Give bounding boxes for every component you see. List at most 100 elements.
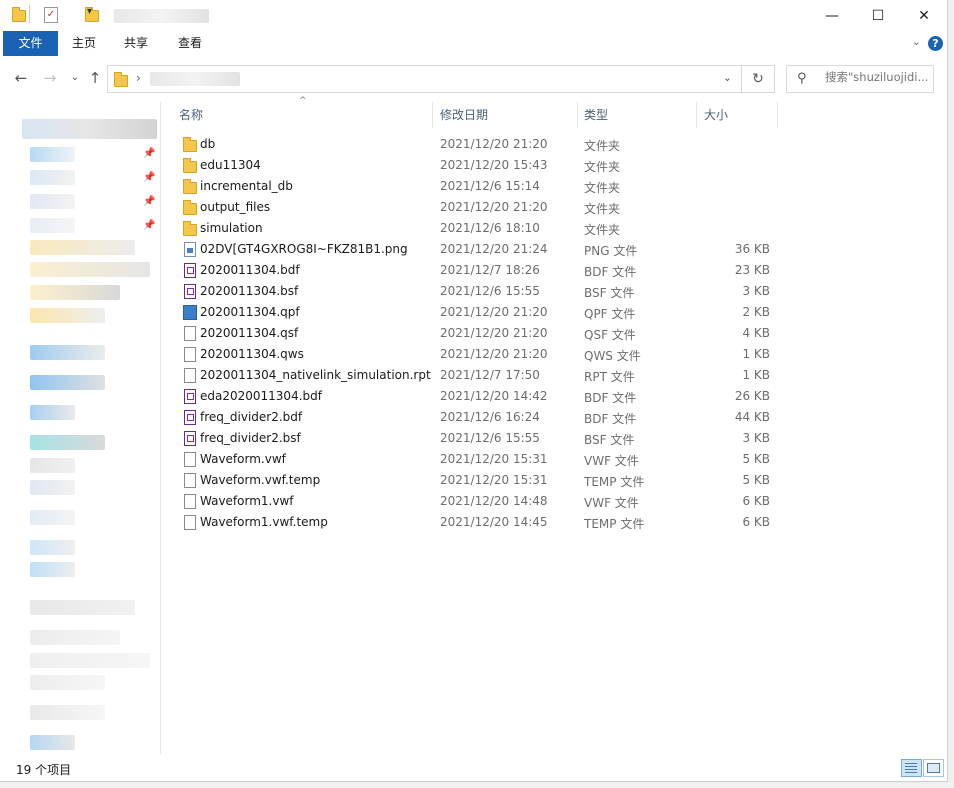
nav-item[interactable] [30, 675, 105, 690]
column-header-date[interactable]: 修改日期 [434, 102, 578, 128]
file-row[interactable]: edu11304 2021/12/20 15:43 文件夹 [178, 155, 778, 176]
file-row[interactable]: freq_divider2.bdf 2021/12/6 16:24 BDF 文件 44… [178, 407, 778, 428]
search-box[interactable]: ⚲ [786, 65, 934, 93]
file-row[interactable]: incremental_db 2021/12/6 15:14 文件夹 [178, 176, 778, 197]
file-row[interactable]: freq_divider2.bsf 2021/12/6 15:55 BSF 文件 3 … [178, 428, 778, 449]
nav-item[interactable] [30, 600, 135, 615]
file-type: TEMP 文件 [584, 475, 645, 489]
expand-ribbon-icon[interactable]: ⌄ [912, 35, 921, 48]
quick-access-item[interactable] [30, 194, 75, 209]
quick-access-item[interactable] [30, 308, 105, 323]
file-row[interactable]: 2020011304.bdf 2021/12/7 18:26 BDF 文件 23 KB [178, 260, 778, 281]
column-header-size[interactable]: 大小 [698, 102, 778, 128]
back-arrow-icon[interactable]: ← [11, 67, 31, 89]
close-button[interactable]: ✕ [901, 0, 947, 31]
details-view-button[interactable] [901, 759, 922, 777]
pin-icon[interactable]: 📌 [143, 220, 155, 231]
file-row[interactable]: 2020011304.qpf 2021/12/20 21:20 QPF 文件 2 KB [178, 302, 778, 323]
file-row[interactable]: Waveform1.vwf.temp 2021/12/20 14:45 TEMP 文… [178, 512, 778, 533]
quick-access-item[interactable] [30, 147, 75, 162]
file-name: 2020011304.bdf [200, 263, 300, 277]
search-input[interactable] [825, 70, 929, 84]
quick-access-item[interactable] [30, 170, 75, 185]
pin-icon[interactable]: 📌 [143, 196, 155, 207]
up-arrow-icon[interactable]: ↑ [85, 67, 105, 89]
tab-share[interactable]: 共享 [114, 31, 158, 56]
large-icons-view-button[interactable] [923, 759, 944, 777]
navigation-pane[interactable]: 📌 📌 📌 📌 [0, 102, 161, 754]
file-row[interactable]: output_files 2021/12/20 21:20 文件夹 [178, 197, 778, 218]
ribbon-tabs: 文件 主页 共享 查看 ⌄ ? [0, 31, 947, 56]
tab-view[interactable]: 查看 [167, 31, 213, 56]
folder-icon [183, 221, 197, 236]
forward-arrow-icon[interactable]: → [40, 67, 60, 89]
pin-icon[interactable]: 📌 [143, 172, 155, 183]
file-row[interactable]: eda2020011304.bdf 2021/12/20 14:42 BDF 文件 2… [178, 386, 778, 407]
quick-access-item[interactable] [30, 285, 120, 300]
file-size: 1 KB [742, 347, 770, 361]
file-row[interactable]: Waveform1.vwf 2021/12/20 14:48 VWF 文件 6 KB [178, 491, 778, 512]
quick-access-item[interactable] [30, 240, 135, 255]
doc-icon [184, 326, 196, 341]
file-type: TEMP 文件 [584, 517, 645, 531]
file-size: 5 KB [742, 452, 770, 466]
nav-item[interactable] [30, 435, 105, 450]
doc-icon [184, 473, 196, 488]
properties-icon[interactable]: ✓ [44, 7, 58, 23]
nav-item[interactable] [30, 375, 105, 390]
column-header-name[interactable]: 名称 [173, 102, 433, 128]
file-row[interactable]: 2020011304.bsf 2021/12/6 15:55 BSF 文件 3 KB [178, 281, 778, 302]
nav-item[interactable] [30, 510, 75, 525]
title-bar: ✓ ▾ — ☐ ✕ [0, 0, 947, 31]
nav-item[interactable] [30, 480, 75, 495]
file-row[interactable]: 2020011304_nativelink_simulation.rpt 2021… [178, 365, 778, 386]
address-bar[interactable]: › ⌄ ↻ [107, 65, 775, 93]
file-row[interactable]: 2020011304.qws 2021/12/20 21:20 QWS 文件 1 KB [178, 344, 778, 365]
file-modified-date: 2021/12/20 21:20 [440, 305, 548, 319]
file-type: 文件夹 [584, 160, 621, 174]
quick-access-item[interactable] [22, 119, 157, 139]
minimize-button[interactable]: — [809, 0, 855, 31]
nav-item[interactable] [30, 653, 150, 668]
nav-item[interactable] [30, 705, 105, 720]
tab-home[interactable]: 主页 [62, 31, 106, 56]
chevron-down-icon[interactable]: ⌄ [723, 71, 732, 84]
file-row[interactable]: Waveform.vwf 2021/12/20 15:31 VWF 文件 5 KB [178, 449, 778, 470]
file-type: 文件夹 [584, 202, 621, 216]
recent-locations-icon[interactable]: ⌄ [65, 67, 85, 89]
file-row[interactable]: Waveform.vwf.temp 2021/12/20 15:31 TEMP 文件… [178, 470, 778, 491]
file-row[interactable]: simulation 2021/12/6 18:10 文件夹 [178, 218, 778, 239]
maximize-button[interactable]: ☐ [855, 0, 901, 31]
file-name: eda2020011304.bdf [200, 389, 322, 403]
breadcrumb-path-redacted[interactable] [150, 72, 240, 86]
folder-icon [114, 72, 128, 87]
quick-access-item[interactable] [30, 218, 75, 233]
help-icon[interactable]: ? [928, 36, 943, 51]
column-header-type[interactable]: 类型 [578, 102, 697, 128]
maximize-icon: ☐ [871, 7, 885, 24]
png-icon [184, 242, 196, 257]
file-name: incremental_db [200, 179, 293, 193]
tab-file[interactable]: 文件 [3, 31, 58, 56]
nav-item[interactable] [30, 405, 75, 420]
file-row[interactable]: 02DV[GT4GXROG8I~FKZ81B1.png 2021/12/20 21… [178, 239, 778, 260]
file-row[interactable]: 2020011304.qsf 2021/12/20 21:20 QSF 文件 4 KB [178, 323, 778, 344]
pin-icon[interactable]: 📌 [143, 148, 155, 159]
nav-item[interactable] [30, 562, 75, 577]
nav-item[interactable] [30, 540, 75, 555]
refresh-button[interactable]: ↻ [741, 66, 774, 92]
doc-icon [184, 347, 196, 362]
file-type: QSF 文件 [584, 328, 636, 342]
nav-item[interactable] [30, 345, 105, 360]
qpf-icon [183, 305, 197, 320]
customize-quick-access-icon[interactable]: ▾ [87, 6, 92, 22]
file-name: freq_divider2.bsf [200, 431, 301, 445]
file-modified-date: 2021/12/6 18:10 [440, 221, 540, 235]
quick-access-item[interactable] [30, 262, 150, 277]
doc-icon [184, 515, 196, 530]
nav-item[interactable] [30, 630, 120, 645]
nav-item[interactable] [30, 735, 75, 750]
breadcrumb-chevron-icon[interactable]: › [136, 71, 141, 85]
nav-item[interactable] [30, 458, 75, 473]
file-row[interactable]: db 2021/12/20 21:20 文件夹 [178, 134, 778, 155]
